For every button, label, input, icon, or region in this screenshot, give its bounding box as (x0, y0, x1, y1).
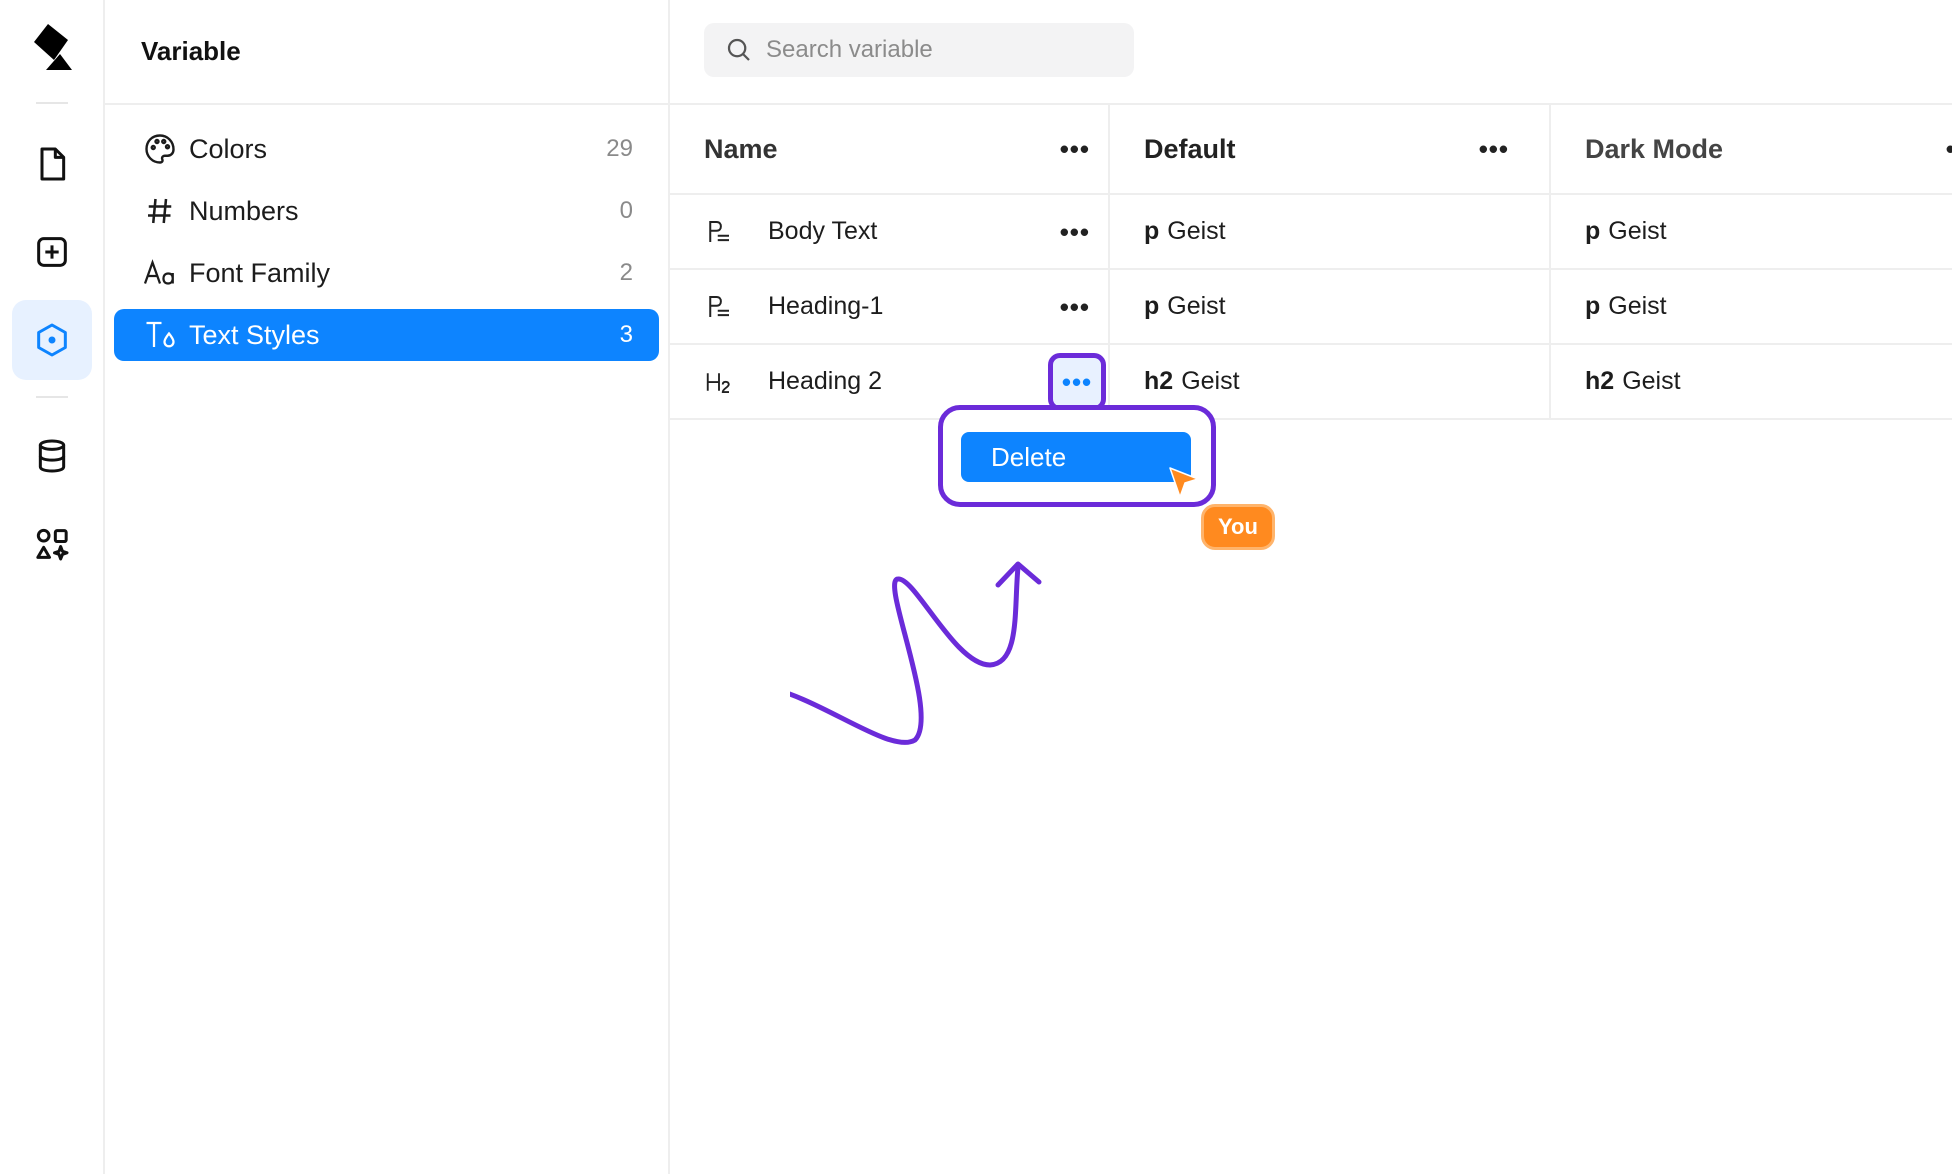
dark-mode-cell[interactable]: h2 Geist (1551, 345, 1952, 418)
row-more-icon[interactable]: ••• (1060, 219, 1090, 245)
cursor-name-badge: You (1201, 504, 1275, 550)
search-icon (727, 38, 750, 61)
style-tag: h2 (1144, 367, 1174, 395)
style-font: Geist (1608, 292, 1667, 320)
column-header-name: Name ••• (670, 105, 1110, 193)
panel-header: Variable (105, 0, 668, 105)
style-tag: p (1144, 217, 1160, 245)
category-label: Font Family (189, 257, 331, 288)
column-more-icon[interactable]: ••• (1060, 136, 1090, 162)
table-row[interactable]: Heading-1 ••• p Geist p Geist (670, 270, 1952, 345)
variable-panel: Variable Colors 29 Numbers 0 Font Family… (105, 0, 670, 1174)
column-label: Name (704, 133, 778, 164)
rail-add-button[interactable] (12, 212, 92, 292)
category-count: 3 (619, 321, 633, 348)
dark-mode-cell[interactable]: p Geist (1551, 270, 1952, 343)
top-bar (670, 0, 1952, 105)
search-input[interactable] (766, 36, 1106, 64)
category-count: 0 (619, 197, 633, 224)
style-value: h2 Geist (1144, 367, 1240, 396)
default-cell[interactable]: p Geist (1110, 195, 1551, 268)
category-item-font-family[interactable]: Font Family 2 (114, 247, 659, 299)
style-font: Geist (1181, 367, 1240, 395)
palette-icon (141, 130, 179, 168)
paragraph-icon (704, 217, 734, 247)
default-cell[interactable]: p Geist (1110, 270, 1551, 343)
name-cell: Heading-1 ••• (670, 270, 1110, 343)
variable-category-list: Colors 29 Numbers 0 Font Family 2 Text S… (105, 105, 668, 389)
components-icon (36, 528, 69, 561)
rail-divider (36, 396, 68, 398)
row-more-button-highlighted[interactable]: ••• (1048, 353, 1106, 411)
rail-variables-button[interactable] (12, 300, 92, 380)
delete-menu-item[interactable]: Delete (961, 432, 1191, 482)
row-more-icon[interactable]: ••• (1060, 294, 1090, 320)
more-icon: ••• (1061, 367, 1093, 397)
table-row[interactable]: Heading 2 ••• h2 Geist h2 Geist (670, 345, 1952, 420)
dark-mode-cell[interactable]: p Geist (1551, 195, 1952, 268)
row-name: Heading 2 (768, 367, 882, 395)
style-tag: h2 (1585, 367, 1615, 395)
column-more-icon[interactable]: •• (1946, 136, 1952, 162)
category-label: Numbers (189, 195, 299, 226)
style-tag: p (1585, 292, 1601, 320)
category-item-numbers[interactable]: Numbers 0 (114, 185, 659, 237)
style-tag: p (1585, 217, 1601, 245)
rail-database-button[interactable] (12, 416, 92, 496)
row-name: Heading-1 (768, 292, 884, 320)
style-tag: p (1144, 292, 1160, 320)
style-font: Geist (1167, 292, 1226, 320)
column-label: Dark Mode (1585, 133, 1724, 164)
icon-rail (0, 0, 105, 1174)
category-count: 29 (606, 135, 633, 162)
file-icon (40, 147, 66, 181)
rail-file-button[interactable] (12, 124, 92, 204)
database-icon (38, 439, 66, 473)
category-count: 2 (619, 259, 633, 286)
column-label: Default (1144, 133, 1236, 164)
category-item-colors[interactable]: Colors 29 (114, 123, 659, 175)
category-item-text-styles[interactable]: Text Styles 3 (114, 309, 659, 361)
style-value: p Geist (1585, 217, 1667, 246)
style-value: h2 Geist (1585, 367, 1681, 396)
style-value: p Geist (1585, 292, 1667, 321)
column-header-default: Default ••• (1110, 105, 1551, 193)
name-cell: Body Text ••• (670, 195, 1110, 268)
font-aa-icon (141, 254, 179, 292)
table-header: Name ••• Default ••• Dark Mode •• (670, 105, 1952, 195)
style-font: Geist (1608, 217, 1667, 245)
category-label: Text Styles (189, 319, 320, 350)
style-font: Geist (1622, 367, 1681, 395)
column-header-dark-mode: Dark Mode •• (1551, 105, 1952, 193)
text-style-icon (141, 316, 179, 354)
rail-components-button[interactable] (12, 504, 92, 584)
style-value: p Geist (1144, 217, 1226, 246)
rail-divider (36, 102, 68, 104)
category-label: Colors (189, 133, 268, 164)
style-value: p Geist (1144, 292, 1226, 321)
column-more-icon[interactable]: ••• (1479, 136, 1509, 162)
variables-hexagon-icon (37, 323, 67, 357)
variables-table: Name ••• Default ••• Dark Mode •• Body T… (670, 105, 1952, 420)
row-name: Body Text (768, 217, 878, 245)
main-content: Name ••• Default ••• Dark Mode •• Body T… (670, 0, 1952, 1174)
style-font: Geist (1167, 217, 1226, 245)
logo-icon[interactable] (24, 20, 80, 76)
search-box[interactable] (704, 23, 1134, 77)
cursor-arrow-icon (1169, 467, 1199, 498)
paragraph-icon (704, 292, 734, 322)
h2-icon (704, 367, 734, 397)
add-square-icon (37, 237, 67, 267)
annotation-arrow (790, 561, 1042, 745)
hash-icon (141, 192, 179, 230)
table-row[interactable]: Body Text ••• p Geist p Geist (670, 195, 1952, 270)
panel-title: Variable (141, 36, 241, 66)
